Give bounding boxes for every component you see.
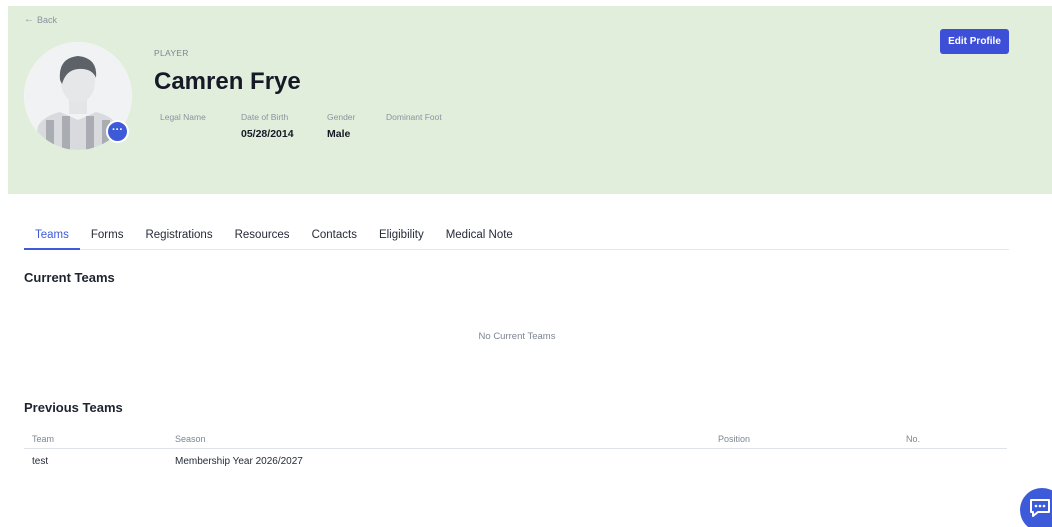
dominant-foot-label: Dominant Foot (386, 112, 442, 122)
tab-contacts[interactable]: Contacts (301, 221, 368, 250)
player-name: Camren Frye (154, 68, 301, 95)
tab-eligibility[interactable]: Eligibility (368, 221, 435, 250)
back-link[interactable]: ← Back (24, 14, 58, 26)
legal-name-field: Legal Name (160, 112, 206, 128)
dob-value: 05/28/2014 (241, 128, 294, 140)
profile-header: ← Back ··· PLAYER Camren Frye Legal Name… (8, 6, 1052, 194)
avatar-menu-button[interactable]: ··· (106, 120, 129, 143)
profile-tabs: Teams Forms Registrations Resources Cont… (24, 221, 1009, 250)
dob-field: Date of Birth 05/28/2014 (241, 112, 294, 140)
season-cell: Membership Year 2026/2027 (175, 455, 303, 467)
current-teams-title: Current Teams (24, 270, 115, 285)
column-header-team: Team (32, 433, 55, 444)
back-label: Back (37, 15, 58, 25)
legal-name-label: Legal Name (160, 112, 206, 122)
team-cell: test (32, 455, 49, 467)
tab-teams[interactable]: Teams (24, 221, 80, 250)
column-header-season: Season (175, 433, 206, 444)
player-profile-page: ← Back ··· PLAYER Camren Frye Legal Name… (0, 0, 1052, 527)
edit-profile-button[interactable]: Edit Profile (940, 29, 1009, 54)
gender-value: Male (327, 128, 351, 140)
chat-icon (1030, 499, 1050, 517)
tab-resources[interactable]: Resources (224, 221, 301, 250)
role-label: PLAYER (154, 48, 189, 58)
column-header-position: Position (718, 433, 751, 444)
table-row[interactable]: test Membership Year 2026/2027 (24, 449, 1007, 473)
table-header: Team Season Position No. (24, 429, 1007, 449)
previous-teams-table: Team Season Position No. test Membership… (24, 429, 1007, 473)
chat-button[interactable] (1020, 488, 1052, 527)
dob-label: Date of Birth (241, 112, 289, 122)
gender-label: Gender (327, 112, 356, 122)
column-header-number: No. (906, 433, 921, 444)
arrow-left-icon: ← (24, 14, 34, 25)
tab-medical-note[interactable]: Medical Note (435, 221, 524, 250)
dominant-foot-field: Dominant Foot (386, 112, 442, 128)
more-icon: ··· (112, 124, 123, 136)
tab-registrations[interactable]: Registrations (134, 221, 223, 250)
no-current-teams-message: No Current Teams (478, 331, 556, 342)
tab-forms[interactable]: Forms (80, 221, 135, 250)
previous-teams-title: Previous Teams (24, 400, 123, 415)
gender-field: Gender Male (327, 112, 355, 140)
